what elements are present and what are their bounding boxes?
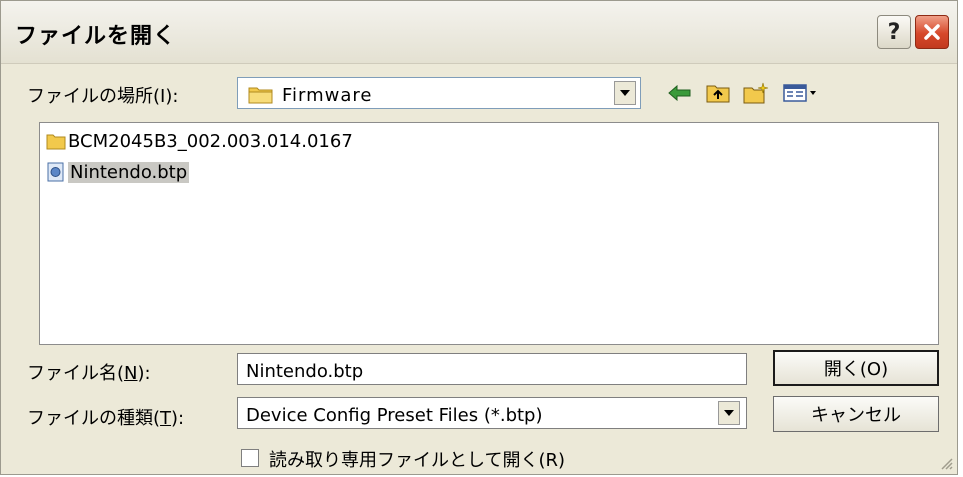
dialog-title: ファイルを開く bbox=[15, 24, 177, 49]
help-icon: ? bbox=[887, 19, 901, 45]
back-arrow-icon bbox=[668, 85, 691, 101]
back-button[interactable] bbox=[665, 81, 695, 105]
filename-label: ファイル名(N): bbox=[27, 359, 151, 385]
file-list-item[interactable]: BCM2045B3_002.003.014.0167 bbox=[46, 129, 353, 153]
location-combobox[interactable]: Firmware bbox=[237, 77, 641, 109]
open-file-dialog: ファイルを開く ? ファイルの場所(I): Firmware BCM2045B3… bbox=[0, 0, 958, 475]
help-button[interactable]: ? bbox=[877, 15, 911, 49]
title-bar[interactable]: ファイルを開く ? bbox=[1, 1, 957, 64]
readonly-checkbox[interactable] bbox=[241, 449, 259, 467]
location-dropdown-button[interactable] bbox=[614, 81, 636, 105]
filename-label-key: N bbox=[124, 363, 138, 384]
folder-icon bbox=[46, 134, 66, 150]
filetype-label-prefix: ファイルの種類( bbox=[27, 408, 161, 429]
filetype-label-key: T bbox=[160, 408, 172, 429]
close-icon bbox=[924, 24, 940, 40]
file-list[interactable]: BCM2045B3_002.003.014.0167 Nintendo.btp bbox=[39, 122, 939, 345]
filetype-dropdown-button[interactable] bbox=[718, 401, 740, 425]
close-button[interactable] bbox=[915, 15, 949, 49]
chevron-down-icon bbox=[620, 90, 630, 96]
filetype-label: ファイルの種類(T): bbox=[27, 404, 184, 430]
new-folder-button[interactable] bbox=[741, 81, 771, 105]
filename-label-prefix: ファイル名( bbox=[27, 363, 125, 384]
view-menu-button[interactable] bbox=[781, 81, 821, 105]
filename-label-suffix: ): bbox=[137, 363, 151, 384]
location-folder-name: Firmware bbox=[282, 85, 373, 106]
filetype-label-suffix: ): bbox=[171, 408, 185, 429]
view-menu-icon bbox=[783, 84, 816, 102]
file-list-item-name: BCM2045B3_002.003.014.0167 bbox=[68, 130, 353, 152]
folder-icon bbox=[248, 87, 273, 104]
location-label: ファイルの場所(I): bbox=[27, 86, 179, 107]
open-button[interactable]: 開く(O) bbox=[773, 350, 939, 386]
chevron-down-icon bbox=[724, 410, 734, 416]
cancel-button-label: キャンセル bbox=[811, 405, 901, 426]
file-list-item-name: Nintendo.btp bbox=[68, 161, 190, 183]
filetype-value: Device Config Preset Files (*.btp) bbox=[246, 405, 543, 426]
file-list-item-selected[interactable]: Nintendo.btp bbox=[46, 160, 190, 184]
open-button-label: 開く(O) bbox=[823, 359, 889, 380]
new-folder-icon bbox=[743, 82, 769, 104]
up-folder-button[interactable] bbox=[703, 81, 733, 105]
file-icon bbox=[47, 162, 64, 182]
filename-value: Nintendo.btp bbox=[246, 361, 364, 382]
filename-input[interactable]: Nintendo.btp bbox=[237, 353, 747, 385]
resize-grip-icon[interactable] bbox=[937, 454, 953, 470]
cancel-button[interactable]: キャンセル bbox=[773, 396, 939, 432]
up-folder-icon bbox=[706, 85, 730, 103]
filetype-combobox[interactable]: Device Config Preset Files (*.btp) bbox=[237, 397, 747, 429]
readonly-checkbox-label[interactable]: 読み取り専用ファイルとして開く(R) bbox=[269, 446, 565, 472]
